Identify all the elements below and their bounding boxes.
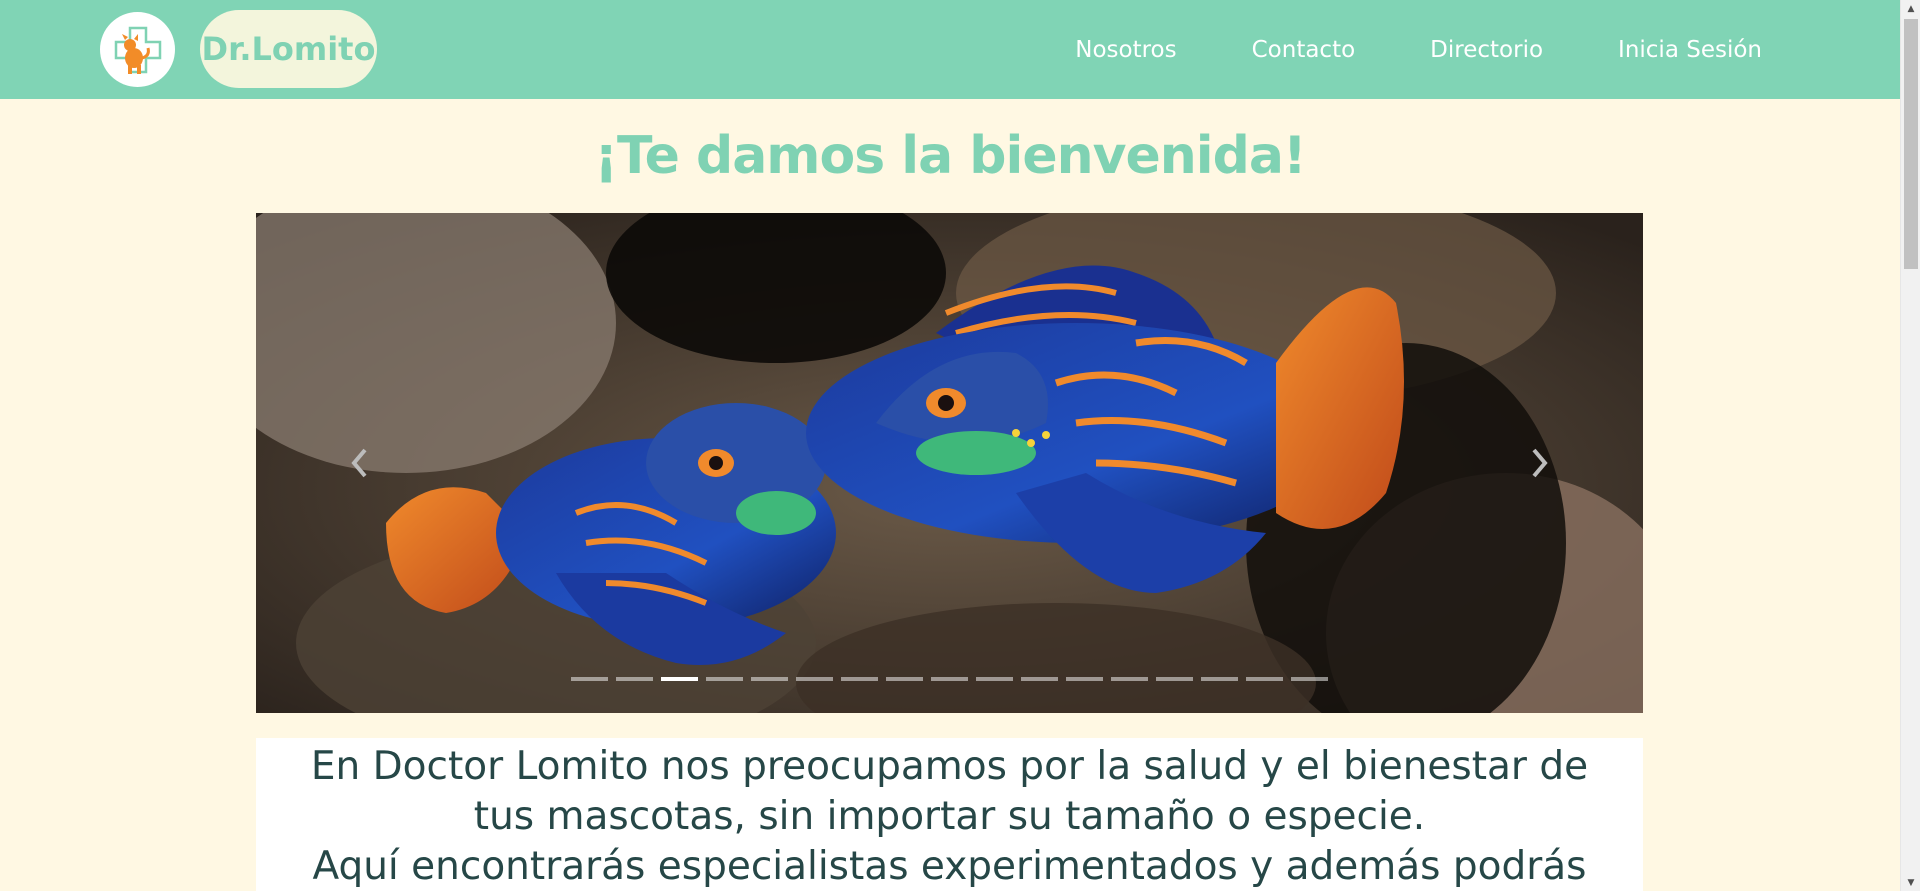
- intro-line: En Doctor Lomito nos preocupamos por la …: [310, 744, 1589, 789]
- carousel-indicator[interactable]: [796, 677, 833, 681]
- carousel-indicator[interactable]: [1156, 677, 1193, 681]
- carousel-indicator[interactable]: [616, 677, 653, 681]
- carousel-indicator[interactable]: [841, 677, 878, 681]
- nav-menu: Nosotros Contacto Directorio Inicia Sesi…: [1000, 0, 1762, 99]
- top-navbar: Dr.Lomito Nosotros Contacto Directorio I…: [0, 0, 1900, 99]
- carousel-indicator[interactable]: [1066, 677, 1103, 681]
- carousel-indicator[interactable]: [1201, 677, 1238, 681]
- mandarin-fish-photo: [256, 213, 1643, 713]
- scroll-up-icon[interactable]: ▲: [1901, 0, 1920, 17]
- carousel-indicator[interactable]: [571, 677, 608, 681]
- carousel-indicator[interactable]: [1246, 677, 1283, 681]
- carousel-indicator[interactable]: [931, 677, 968, 681]
- chevron-left-icon: [351, 448, 367, 478]
- scroll-down-icon[interactable]: ▼: [1901, 874, 1920, 891]
- carousel-indicators: [256, 677, 1643, 681]
- brand-name[interactable]: Dr.Lomito: [200, 10, 377, 88]
- carousel-indicator[interactable]: [751, 677, 788, 681]
- nav-item-nosotros[interactable]: Nosotros: [1075, 37, 1176, 63]
- scroll-thumb[interactable]: [1904, 19, 1918, 269]
- carousel-indicator[interactable]: [661, 677, 698, 681]
- intro-line: Aquí encontrarás especialistas experimen…: [312, 844, 1587, 889]
- carousel-indicator[interactable]: [1021, 677, 1058, 681]
- image-carousel: [256, 213, 1643, 713]
- carousel-prev-button[interactable]: [334, 438, 384, 488]
- page-scrollbar[interactable]: ▲ ▼: [1900, 0, 1920, 891]
- intro-text: En Doctor Lomito nos preocupamos por la …: [256, 738, 1643, 891]
- carousel-indicator[interactable]: [976, 677, 1013, 681]
- carousel-next-button[interactable]: [1515, 438, 1565, 488]
- carousel-indicator[interactable]: [886, 677, 923, 681]
- nav-item-directorio[interactable]: Directorio: [1430, 37, 1543, 63]
- dog-cross-logo-icon: [114, 26, 161, 74]
- carousel-indicator[interactable]: [706, 677, 743, 681]
- intro-line: tus mascotas, sin importar su tamaño o e…: [473, 794, 1426, 839]
- carousel-indicator[interactable]: [1111, 677, 1148, 681]
- page-title: ¡Te damos la bienvenida!: [594, 126, 1306, 186]
- nav-item-contacto[interactable]: Contacto: [1252, 37, 1356, 63]
- nav-item-login[interactable]: Inicia Sesión: [1618, 37, 1762, 63]
- chevron-right-icon: [1532, 448, 1548, 478]
- carousel-indicator[interactable]: [1291, 677, 1328, 681]
- logo[interactable]: [100, 12, 175, 87]
